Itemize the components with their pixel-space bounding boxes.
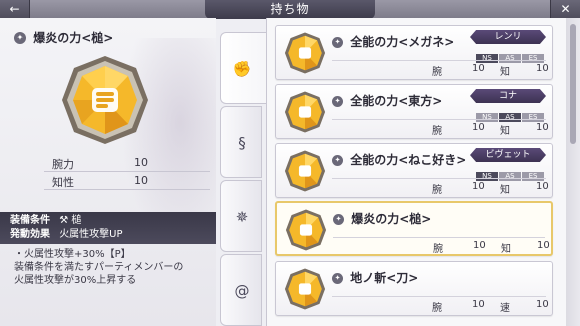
list-item[interactable]: ✦ 地ノ斬<刀> 腕 10 速 10 (275, 261, 553, 316)
stat1-value: 10 (472, 299, 485, 310)
equip-info-box: 装備条件 ⚒ 槌 発動効果 火属性攻撃UP (0, 212, 216, 244)
gem-emblem-icon (284, 149, 326, 193)
mastery-emblem-icon: ✦ (333, 214, 344, 225)
stat1-value: 10 (473, 240, 486, 251)
stat2-value: 10 (536, 181, 549, 192)
list-item[interactable]: ✦ 全能の力<メガネ> レンリ NS AS ES 腕 10 知 10 (275, 25, 553, 80)
item-name-text: 全能の力<ねこ好き> (350, 153, 467, 167)
skill-flags: NS AS ES (475, 104, 544, 122)
detail-item-name-text: 爆炎の力<槌> (33, 31, 114, 45)
list-item[interactable]: ✦ 全能の力<東方> コナ NS AS ES 腕 10 知 10 (275, 84, 553, 139)
item-name: ✦ 全能の力<東方> (332, 92, 442, 109)
item-stats: 腕 10 知 10 (332, 60, 549, 78)
tab-spiral[interactable]: @ (220, 254, 262, 326)
trigger-effect: 発動効果 火属性攻撃UP (10, 228, 123, 242)
skill-flags: NS AS ES (475, 163, 544, 181)
item-stats: 腕 10 知 10 (333, 237, 550, 255)
gem-emblem-icon (284, 267, 326, 311)
item-name: ✦ 全能の力<ねこ好き> (332, 151, 466, 168)
item-name: ✦ 地ノ斬<刀> (332, 269, 418, 286)
close-button[interactable]: ✕ (550, 0, 580, 18)
equip-condition: 装備条件 ⚒ 槌 (10, 214, 81, 228)
stat-label: 知性 (52, 176, 74, 189)
tab-strength[interactable]: ✊ (220, 32, 268, 104)
item-stats: 腕 10 速 10 (332, 296, 549, 314)
effect-line: ・火属性攻撃+30%【P】 (14, 249, 131, 260)
stat1-value: 10 (472, 122, 485, 133)
gem-emblem-icon (284, 31, 326, 75)
stat-row-intelligence: 知性 10 (44, 172, 210, 190)
gem-emblem-icon (284, 90, 326, 134)
detail-item-name: ✦ 爆炎の力<槌> (14, 29, 113, 45)
spiral-icon: @ (234, 282, 250, 300)
list-item[interactable]: ✦ 全能の力<ねこ好き> ビヴェット NS AS ES 腕 10 知 10 (275, 143, 553, 198)
stat1-label: 腕 (433, 244, 443, 255)
hammer-icon: ⚒ (59, 215, 69, 226)
item-name-text: 地ノ斬<刀> (350, 271, 419, 285)
inventory-screen: ← 持ち物 ✕ ✦ 爆炎の力<槌> 腕力 10 知性 10 装備条件 ⚒ 槌 発… (0, 0, 580, 326)
stat2-label: 知 (500, 67, 510, 78)
mastery-emblem-icon: ✦ (332, 37, 343, 48)
item-name: ✦ 全能の力<メガネ> (332, 33, 454, 50)
item-name-text: 全能の力<メガネ> (350, 35, 455, 49)
list-scrollbar[interactable] (566, 18, 580, 326)
detail-stats: 腕力 10 知性 10 (44, 154, 210, 190)
stat1-value: 10 (472, 181, 485, 192)
star-compass-icon: ✵ (235, 208, 249, 226)
stat2-value: 10 (536, 122, 549, 133)
item-list: ✦ 全能の力<メガネ> レンリ NS AS ES 腕 10 知 10 ✦ 全能の… (266, 18, 566, 326)
item-stats: 腕 10 知 10 (332, 119, 549, 137)
equip-condition-label: 装備条件 (10, 215, 50, 226)
scroll-thumb[interactable] (570, 24, 576, 144)
category-tabs: ✊ § ✵ @ (216, 18, 268, 326)
stat2-label: 知 (501, 244, 511, 255)
mastery-emblem-icon: ✦ (14, 31, 26, 44)
gem-emblem-icon (60, 54, 150, 146)
tab-compass[interactable]: ✵ (220, 180, 262, 252)
character-tag: コナ (470, 89, 546, 103)
stat2-value: 10 (537, 240, 550, 251)
fist-icon: ✊ (232, 60, 252, 78)
stat1-label: 腕 (432, 126, 442, 137)
stat-value: 10 (134, 156, 148, 169)
swirl-icon: § (238, 134, 246, 152)
stat2-value: 10 (536, 299, 549, 310)
character-tag: ビヴェット (470, 148, 546, 162)
trigger-label: 発動効果 (10, 229, 50, 240)
stat1-label: 腕 (432, 185, 442, 196)
stat-row-strength: 腕力 10 (44, 154, 210, 172)
item-name-text: 爆炎の力<槌> (351, 212, 432, 226)
skill-flags: NS AS ES (475, 45, 544, 63)
stat1-label: 腕 (432, 303, 442, 314)
stat2-label: 速 (500, 303, 510, 314)
item-stats: 腕 10 知 10 (332, 178, 549, 196)
stat1-value: 10 (472, 63, 485, 74)
effect-line: 装備条件を満たすパーティメンバーの (14, 262, 184, 273)
mastery-emblem-icon: ✦ (332, 273, 343, 284)
mastery-emblem-icon: ✦ (332, 155, 343, 166)
tab-spirit[interactable]: § (220, 106, 262, 178)
top-bar: ← 持ち物 ✕ (0, 0, 580, 19)
stat1-label: 腕 (432, 67, 442, 78)
gem-emblem-icon (285, 208, 327, 252)
mastery-emblem-icon: ✦ (332, 96, 343, 107)
stat2-value: 10 (536, 63, 549, 74)
screen-title: 持ち物 (205, 0, 375, 19)
stat2-label: 知 (500, 126, 510, 137)
stat-value: 10 (134, 174, 148, 187)
list-item-selected[interactable]: ✦ 爆炎の力<槌> 腕 10 知 10 (275, 201, 553, 256)
stat2-label: 知 (500, 185, 510, 196)
stat-label: 腕力 (52, 158, 74, 171)
equip-condition-value: 槌 (71, 215, 82, 226)
character-tag: レンリ (470, 30, 546, 44)
back-button[interactable]: ← (0, 0, 30, 18)
item-name-text: 全能の力<東方> (350, 94, 443, 108)
effect-line: 火属性攻撃が30%上昇する (14, 275, 137, 286)
effect-description: ・火属性攻撃+30%【P】 装備条件を満たすパーティメンバーの 火属性攻撃が30… (14, 248, 214, 287)
item-name: ✦ 爆炎の力<槌> (333, 210, 431, 227)
item-detail-panel: ✦ 爆炎の力<槌> 腕力 10 知性 10 装備条件 ⚒ 槌 発動効果 火属性攻… (0, 18, 216, 326)
trigger-value: 火属性攻撃UP (59, 229, 123, 240)
